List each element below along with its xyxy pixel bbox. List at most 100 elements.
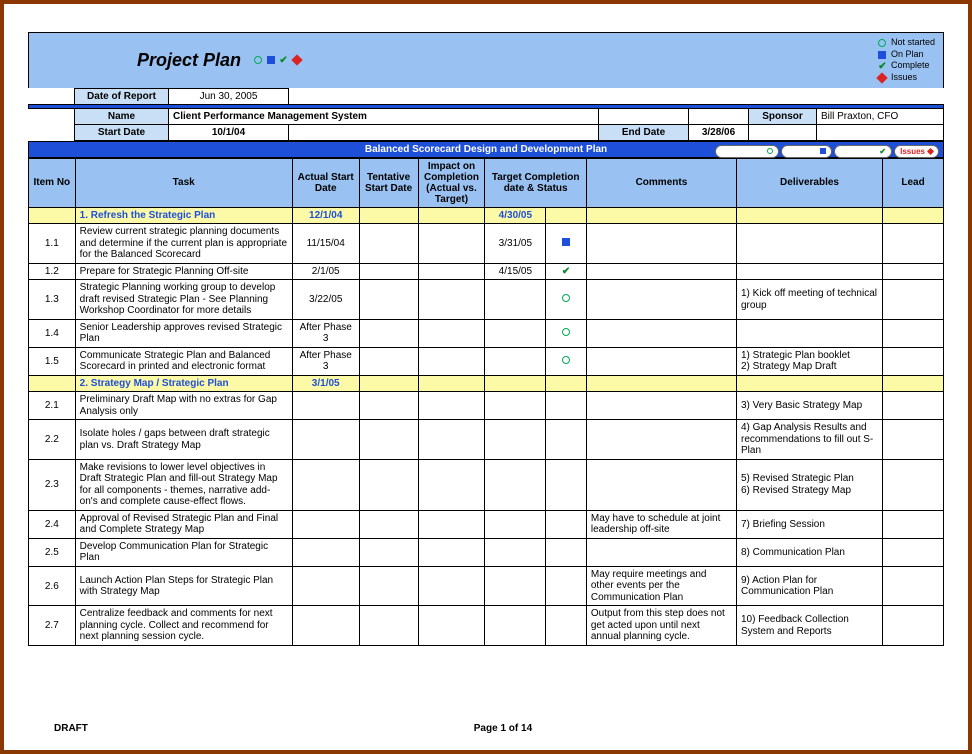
end-date-label: End Date (599, 124, 689, 140)
tentative-start-cell (359, 347, 418, 375)
end-date-value: 3/28/06 (689, 124, 749, 140)
legend: Not started On Plan ✔Complete Issues (878, 37, 935, 84)
table-row: 1.3Strategic Planning working group to d… (29, 280, 944, 320)
lead-cell (883, 280, 944, 320)
status-cell (546, 347, 587, 375)
item-no: 1.4 (29, 319, 76, 347)
target-date-cell (485, 319, 546, 347)
deliverables-cell: 8) Communication Plan (736, 538, 882, 566)
tentative-start-cell (359, 263, 418, 280)
target-date-cell (485, 392, 546, 420)
lead-cell (883, 566, 944, 606)
filter-complete-button[interactable]: Complete✔ (834, 145, 892, 158)
table-row: 2.7Centralize feedback and comments for … (29, 606, 944, 646)
footer-draft: DRAFT (54, 723, 88, 734)
target-date-cell (485, 280, 546, 320)
deliverables-cell: 1) Kick off meeting of technical group (736, 280, 882, 320)
tentative-start-cell (359, 392, 418, 420)
comments-cell (586, 280, 736, 320)
impact-cell (418, 459, 485, 510)
actual-start-cell: 3/22/05 (292, 280, 359, 320)
legend-on-plan: On Plan (891, 49, 924, 61)
item-no: 1.1 (29, 224, 76, 264)
comments-cell (586, 347, 736, 375)
tentative-start-cell (359, 280, 418, 320)
filter-not-started-button[interactable]: Not Started (715, 145, 779, 158)
table-row: 2.1Preliminary Draft Map with no extras … (29, 392, 944, 420)
plan-grid: Item No Task Actual Start Date Tentative… (28, 158, 944, 646)
legend-complete: Complete (891, 60, 930, 72)
target-date-cell (485, 606, 546, 646)
actual-start-cell (292, 420, 359, 460)
target-date-cell: 4/15/05 (485, 263, 546, 280)
impact-cell (418, 263, 485, 280)
section-header-row: 2. Strategy Map / Strategic Plan3/1/05 (29, 375, 944, 392)
col-lead: Lead (883, 158, 944, 207)
target-date-cell (485, 347, 546, 375)
table-row: 2.5Develop Communication Plan for Strate… (29, 538, 944, 566)
task-cell: Prepare for Strategic Planning Off-site (75, 263, 292, 280)
comments-cell (586, 319, 736, 347)
deliverables-cell: 1) Strategic Plan booklet2) Strategy Map… (736, 347, 882, 375)
sponsor-label: Sponsor (749, 108, 817, 124)
task-cell: Strategic Planning working group to deve… (75, 280, 292, 320)
col-tentative-start: Tentative Start Date (359, 158, 418, 207)
status-cell (546, 392, 587, 420)
status-cell (546, 420, 587, 460)
filter-issues-button[interactable]: Issues (894, 145, 939, 158)
target-date-cell: 3/31/05 (485, 224, 546, 264)
table-row: 1.4Senior Leadership approves revised St… (29, 319, 944, 347)
item-no: 1.3 (29, 280, 76, 320)
col-task: Task (75, 158, 292, 207)
legend-issues: Issues (891, 72, 917, 84)
item-no: 2.4 (29, 510, 76, 538)
impact-cell (418, 319, 485, 347)
lead-cell (883, 224, 944, 264)
task-cell: Develop Communication Plan for Strategic… (75, 538, 292, 566)
sponsor-value: Bill Praxton, CFO (817, 108, 944, 124)
item-no: 2.1 (29, 392, 76, 420)
item-no: 2.3 (29, 459, 76, 510)
lead-cell (883, 459, 944, 510)
tentative-start-cell (359, 459, 418, 510)
title-status-icons: ✔ (253, 56, 301, 65)
table-row: 1.1Review current strategic planning doc… (29, 224, 944, 264)
target-date-cell (485, 510, 546, 538)
table-row: 2.2Isolate holes / gaps between draft st… (29, 420, 944, 460)
lead-cell (883, 347, 944, 375)
filter-on-plan-button[interactable]: On Plan (781, 145, 832, 158)
col-deliverables: Deliverables (736, 158, 882, 207)
name-label: Name (75, 108, 169, 124)
impact-cell (418, 566, 485, 606)
item-no: 2.6 (29, 566, 76, 606)
comments-cell (586, 392, 736, 420)
status-cell (546, 538, 587, 566)
task-cell: Centralize feedback and comments for nex… (75, 606, 292, 646)
legend-not-started: Not started (891, 37, 935, 49)
status-cell (546, 280, 587, 320)
task-cell: Review current strategic planning docume… (75, 224, 292, 264)
deliverables-cell (736, 319, 882, 347)
page-footer: DRAFT Page 1 of 14 (54, 723, 918, 734)
task-cell: Communicate Strategic Plan and Balanced … (75, 347, 292, 375)
deliverables-cell (736, 263, 882, 280)
col-comments: Comments (586, 158, 736, 207)
deliverables-cell: 10) Feedback Collection System and Repor… (736, 606, 882, 646)
comments-cell (586, 459, 736, 510)
title-bar: Project Plan ✔ Not started On Plan ✔Comp… (28, 32, 944, 88)
status-cell (546, 510, 587, 538)
col-target: Target Completion date & Status (485, 158, 586, 207)
table-row: 1.2Prepare for Strategic Planning Off-si… (29, 263, 944, 280)
lead-cell (883, 392, 944, 420)
comments-cell (586, 538, 736, 566)
status-cell (546, 606, 587, 646)
comments-cell (586, 224, 736, 264)
actual-start-cell (292, 566, 359, 606)
comments-cell (586, 263, 736, 280)
task-cell: Isolate holes / gaps between draft strat… (75, 420, 292, 460)
table-row: 2.4Approval of Revised Strategic Plan an… (29, 510, 944, 538)
meta-table: Date of Report Jun 30, 2005 Name Client … (28, 88, 944, 141)
plan-title: Balanced Scorecard Design and Developmen… (365, 144, 607, 155)
item-no: 2.5 (29, 538, 76, 566)
actual-start-cell: 2/1/05 (292, 263, 359, 280)
